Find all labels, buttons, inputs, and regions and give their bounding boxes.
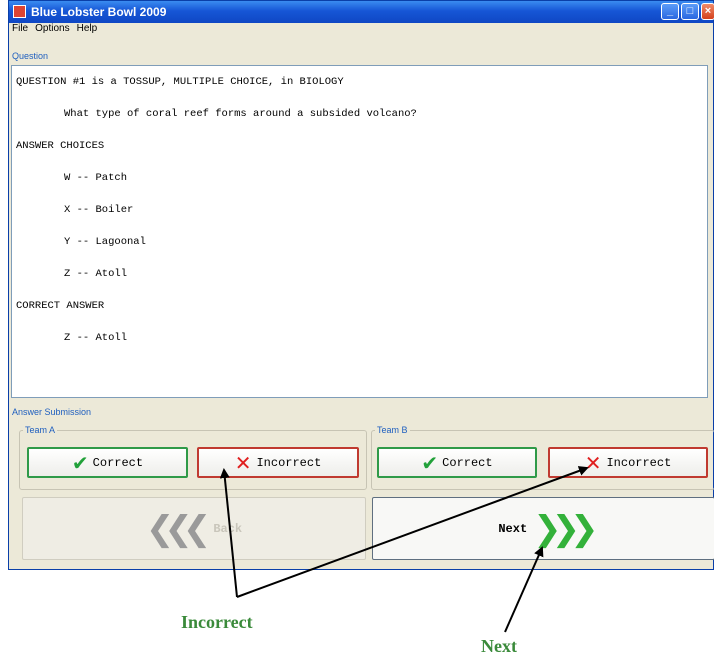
incorrect-annotation: Incorrect [181, 612, 253, 632]
arrow-to-next-button [504, 546, 544, 633]
arrow-to-team-b-incorrect [236, 466, 589, 598]
next-annotation: Next [481, 636, 517, 656]
arrow-to-team-a-incorrect [219, 468, 238, 598]
annotation-arrows [219, 466, 589, 633]
